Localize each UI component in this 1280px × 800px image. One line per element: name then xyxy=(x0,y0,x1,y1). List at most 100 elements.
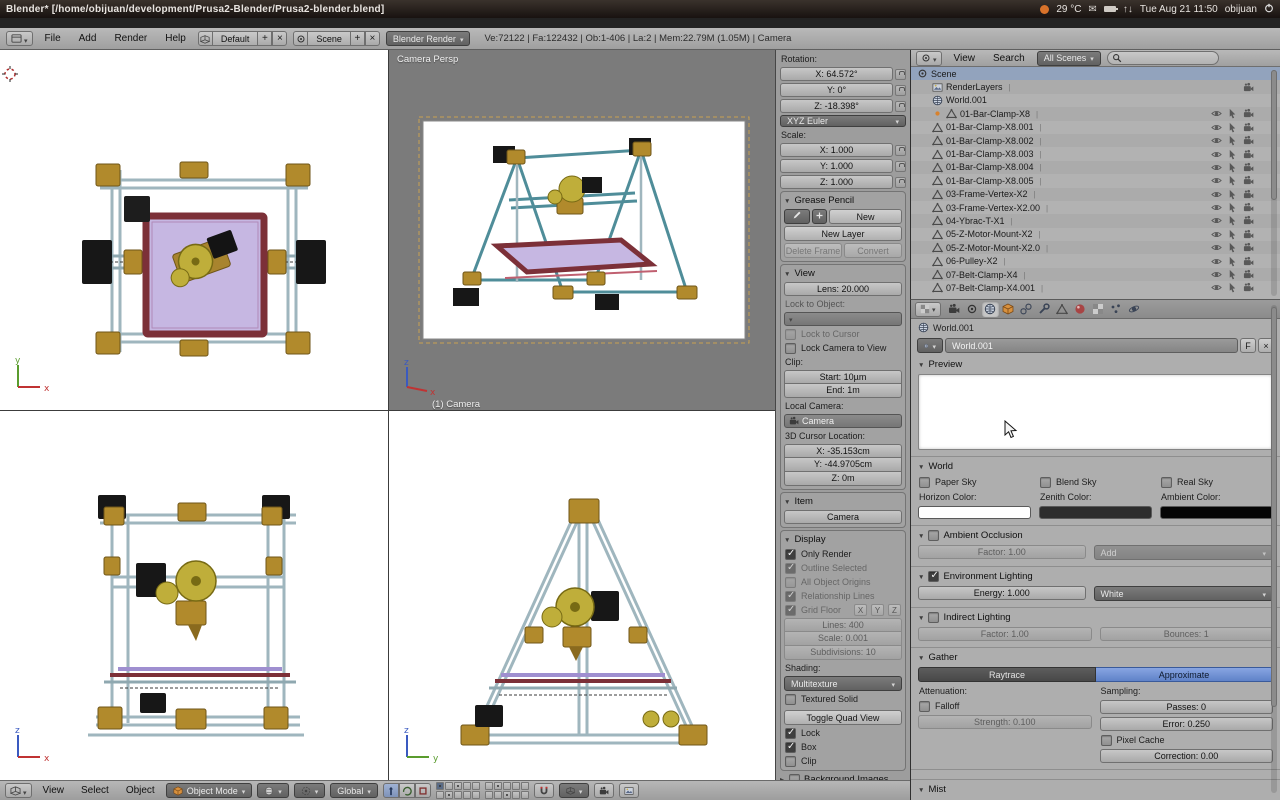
outliner-row-world[interactable]: World.001 xyxy=(911,94,1280,107)
gp-delete-frame-button[interactable]: Delete Frame xyxy=(784,243,842,258)
add-pencil-icon[interactable] xyxy=(812,209,827,224)
indirect-lighting-panel-header[interactable]: Indirect Lighting xyxy=(918,611,1273,624)
menu-select[interactable]: Select xyxy=(75,783,115,798)
ao-blend-select[interactable]: Add xyxy=(1094,545,1274,560)
restrict-select-icon[interactable] xyxy=(1227,108,1238,119)
lock-camera-checkbox[interactable]: Lock Camera to View xyxy=(784,342,902,354)
restrict-select-icon[interactable] xyxy=(1227,162,1238,173)
restrict-select-icon[interactable] xyxy=(1227,175,1238,186)
browse-scenes-icon[interactable] xyxy=(293,31,308,46)
menu-view[interactable]: View xyxy=(37,783,71,798)
indirect-bounces-field[interactable]: Bounces: 1 xyxy=(1100,627,1274,641)
pivot-point-select[interactable] xyxy=(294,783,326,798)
browse-world-button[interactable] xyxy=(917,338,943,353)
restrict-render-icon[interactable] xyxy=(1243,135,1254,146)
rotation-x-field[interactable]: X: 64.572° xyxy=(780,67,893,81)
outliner-row-object[interactable]: 01-Bar-Clamp-X8.003 xyxy=(911,147,1280,160)
scale-manipulator-button[interactable] xyxy=(415,783,431,798)
restrict-select-icon[interactable] xyxy=(1227,282,1238,293)
menu-render[interactable]: Render xyxy=(108,31,153,46)
menu-add[interactable]: Add xyxy=(73,31,103,46)
restrict-render-icon[interactable] xyxy=(1243,189,1254,200)
environment-lighting-panel-header[interactable]: Environment Lighting xyxy=(918,570,1273,583)
tab-modifiers[interactable] xyxy=(1036,301,1053,317)
restrict-render-icon[interactable] xyxy=(1243,269,1254,280)
axis-z-toggle[interactable]: Z xyxy=(888,604,901,616)
indirect-factor-slider[interactable]: Factor: 1.00 xyxy=(918,627,1092,641)
strength-slider[interactable]: Strength: 0.100 xyxy=(918,715,1092,729)
viewport-camera-view[interactable]: Camera Persp (1) Camera zx xyxy=(388,50,775,410)
viewport-shading-select[interactable] xyxy=(257,783,289,798)
snap-toggle-button[interactable] xyxy=(534,783,554,798)
restrict-render-icon[interactable] xyxy=(1243,242,1254,253)
tab-texture[interactable] xyxy=(1090,301,1107,317)
rotation-y-field[interactable]: Y: 0° xyxy=(780,83,893,97)
restrict-select-icon[interactable] xyxy=(1227,189,1238,200)
add-scene-button[interactable] xyxy=(350,31,365,46)
tab-scene[interactable] xyxy=(964,301,981,317)
background-images-panel-header[interactable]: Background Images xyxy=(780,773,906,780)
outliner-row-object[interactable]: 03-Frame-Vertex-X2.00 xyxy=(911,201,1280,214)
restrict-select-icon[interactable] xyxy=(1227,135,1238,146)
horizon-color-swatch[interactable] xyxy=(918,506,1031,519)
screen-layout-name[interactable]: Default xyxy=(213,31,258,46)
restrict-view-icon[interactable] xyxy=(1211,175,1222,186)
gp-new-layer-button[interactable]: New Layer xyxy=(784,226,902,241)
editor-type-button[interactable] xyxy=(5,783,32,798)
fake-user-button[interactable]: F xyxy=(1240,338,1256,353)
outliner-row-object[interactable]: 05-Z-Motor-Mount-X2 xyxy=(911,228,1280,241)
scale-y-field[interactable]: Y: 1.000 xyxy=(780,159,893,173)
outliner-row-object[interactable]: 01-Bar-Clamp-X8.001 xyxy=(911,121,1280,134)
tab-world[interactable] xyxy=(982,301,999,317)
item-panel-header[interactable]: Item xyxy=(784,495,902,508)
restrict-render-icon[interactable] xyxy=(1243,122,1254,133)
restrict-select-icon[interactable] xyxy=(1227,242,1238,253)
outliner-row-object[interactable]: 01-Bar-Clamp-X8.004 xyxy=(911,161,1280,174)
restrict-render-icon[interactable] xyxy=(1243,175,1254,186)
gp-convert-button[interactable]: Convert xyxy=(844,243,902,258)
outliner-row-object[interactable]: 01-Bar-Clamp-X8.005 xyxy=(911,174,1280,187)
restrict-select-icon[interactable] xyxy=(1227,229,1238,240)
add-layout-button[interactable] xyxy=(257,31,272,46)
axis-y-toggle[interactable]: Y xyxy=(871,604,884,616)
indicator-dot-icon[interactable] xyxy=(1040,5,1049,14)
user-menu[interactable]: obijuan xyxy=(1225,4,1257,15)
editor-type-button[interactable] xyxy=(915,302,941,317)
ambient-occlusion-panel-header[interactable]: Ambient Occlusion xyxy=(918,529,1273,542)
restrict-render-icon[interactable] xyxy=(1243,282,1254,293)
lock-object-field[interactable] xyxy=(784,312,902,326)
world-name-field[interactable]: World.001 xyxy=(945,338,1238,353)
tab-physics[interactable] xyxy=(1126,301,1143,317)
restrict-view-icon[interactable] xyxy=(1211,282,1222,293)
grid-lines-field[interactable]: Lines: 400 xyxy=(784,618,902,632)
restrict-view-icon[interactable] xyxy=(1211,162,1222,173)
layers-right-block[interactable] xyxy=(485,782,529,799)
mist-panel-header[interactable]: Mist xyxy=(918,783,1273,796)
restrict-select-icon[interactable] xyxy=(1227,215,1238,226)
zenith-color-swatch[interactable] xyxy=(1039,506,1152,519)
clip-start-field[interactable]: Start: 10µm xyxy=(784,370,902,384)
only-render-checkbox[interactable]: Only Render xyxy=(784,548,902,560)
properties-scrollbar[interactable] xyxy=(1271,305,1277,793)
tab-render[interactable] xyxy=(946,301,963,317)
lock-axis-icon[interactable] xyxy=(895,85,906,96)
tab-constraints[interactable] xyxy=(1018,301,1035,317)
lens-slider[interactable]: Lens: 20.000 xyxy=(784,282,902,296)
restrict-render-icon[interactable] xyxy=(1243,202,1254,213)
approximate-button[interactable]: Approximate xyxy=(1096,667,1273,682)
active-item-name-field[interactable]: Camera xyxy=(784,510,902,524)
translate-manipulator-button[interactable] xyxy=(383,783,399,798)
quad-lock-checkbox[interactable]: Lock xyxy=(784,727,902,739)
all-object-origins-checkbox[interactable]: All Object Origins xyxy=(784,576,902,588)
menu-help[interactable]: Help xyxy=(159,31,192,46)
outliner-row-object[interactable]: 04-Ybrac-T-X1 xyxy=(911,214,1280,227)
lock-axis-icon[interactable] xyxy=(895,177,906,188)
passes-field[interactable]: Passes: 0 xyxy=(1100,700,1274,714)
pixel-cache-checkbox[interactable]: Pixel Cache xyxy=(1100,734,1274,746)
outliner-row-object[interactable]: 07-Belt-Clamp-X4 xyxy=(911,268,1280,281)
outliner-row-object[interactable]: 01-Bar-Clamp-X8 xyxy=(911,107,1280,120)
outliner-row-renderlayers[interactable]: RenderLayers xyxy=(911,80,1280,93)
tab-particles[interactable] xyxy=(1108,301,1125,317)
restrict-view-icon[interactable] xyxy=(1211,122,1222,133)
textured-solid-checkbox[interactable]: Textured Solid xyxy=(784,693,902,705)
